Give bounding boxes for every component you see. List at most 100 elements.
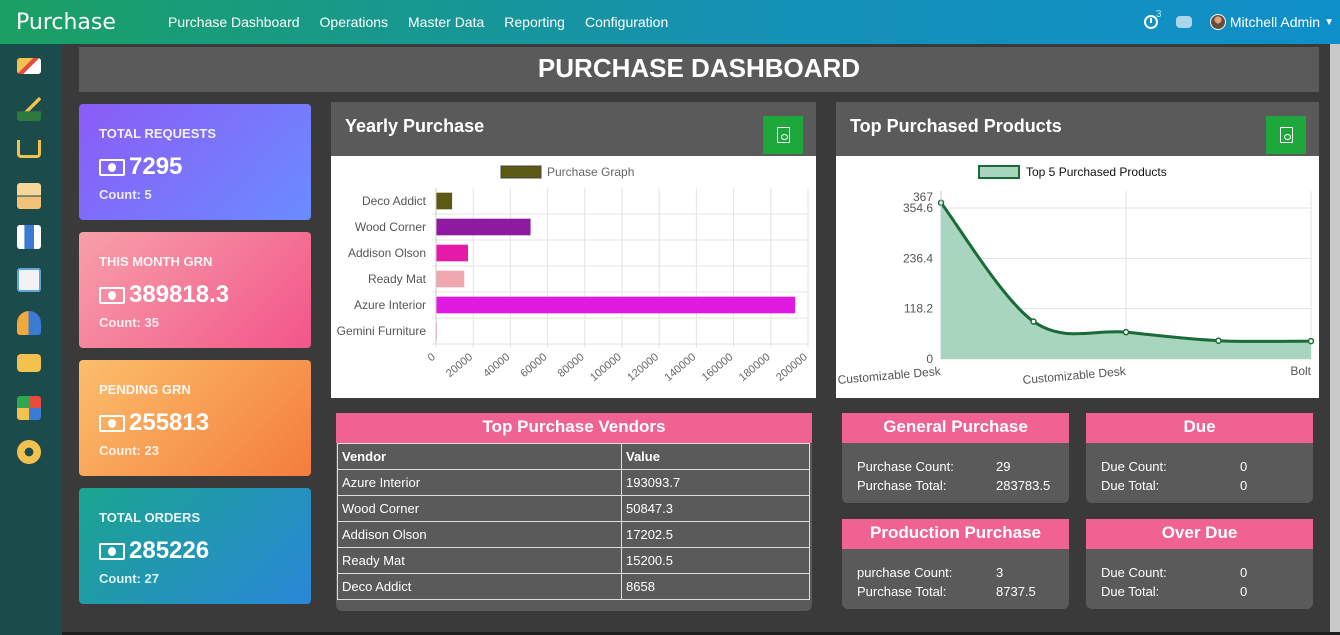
money-bill-icon (99, 414, 125, 432)
bar (436, 244, 468, 262)
panel-title: Yearly Purchase (345, 116, 485, 136)
column-header-value: Value (621, 443, 810, 470)
clipboard-calculator-icon[interactable] (17, 268, 41, 292)
x-tick-label: 140000 (662, 351, 698, 384)
app-title[interactable]: Purchase (16, 10, 152, 35)
legend-swatch (978, 165, 1020, 179)
stat-label: TOTAL ORDERS (99, 510, 201, 525)
settings-gear-icon[interactable] (17, 440, 41, 464)
value-cell: 50847.3 (621, 495, 810, 522)
data-point (1307, 337, 1315, 345)
y-tick-label: 236.4 (903, 251, 933, 265)
stat-value-row: 255813 (99, 409, 291, 437)
taxi-icon[interactable] (17, 354, 41, 372)
pdf-icon (1279, 127, 1293, 143)
table-row: Ready Mat 15200.5 (337, 547, 810, 574)
general-purchase-card: General Purchase Purchase Count: 29 Purch… (842, 413, 1069, 503)
apps-grid-icon[interactable] (17, 396, 41, 420)
production-purchase-card: Production Purchase purchase Count: 3 Pur… (842, 519, 1069, 609)
legend-label: Top 5 Purchased Products (1026, 165, 1167, 179)
stat-card-total-orders[interactable]: TOTAL ORDERS 285226 Count: 27 (79, 488, 311, 604)
card-value: 3 (996, 565, 1004, 580)
value-cell: 15200.5 (621, 547, 810, 574)
vendor-cell: Deco Addict (337, 573, 622, 600)
stat-card-this-month-grn[interactable]: THIS MONTH GRN 389818.3 Count: 35 (79, 232, 311, 348)
stat-card-total-requests[interactable]: TOTAL REQUESTS 7295 Count: 5 (79, 104, 311, 220)
vendor-cell: Addison Olson (337, 521, 622, 548)
menu-operations[interactable]: Operations (320, 14, 388, 30)
people-icon[interactable] (17, 311, 41, 335)
column-header-vendor: Vendor (337, 443, 622, 470)
yearly-purchase-panel: Yearly Purchase Purchase Graph 0 20000 4000… (331, 102, 816, 398)
pdf-icon (776, 127, 790, 143)
card-value: 283783.5 (996, 478, 1051, 493)
card-key: Due Total: (1101, 478, 1160, 493)
card-key: Purchase Total: (857, 478, 947, 493)
stat-count: Count: 5 (99, 187, 152, 202)
card-key: Purchase Total: (857, 584, 947, 599)
stat-label: TOTAL REQUESTS (99, 126, 217, 141)
products-pdf-button[interactable] (1266, 116, 1306, 154)
sales-chart-icon[interactable] (17, 97, 41, 121)
money-bill-icon (99, 542, 125, 560)
y-category-label: Ready Mat (368, 272, 427, 286)
stat-value: 255813 (129, 409, 210, 436)
stat-count: Count: 35 (99, 315, 159, 330)
stat-count: Count: 27 (99, 571, 159, 586)
menu-purchase-dashboard[interactable]: Purchase Dashboard (168, 14, 300, 30)
chat-bubbles-icon[interactable] (1175, 16, 1192, 28)
menu-master-data[interactable]: Master Data (408, 14, 484, 30)
x-tick-label: 180000 (737, 351, 773, 384)
card-key: Due Count: (1101, 459, 1167, 474)
x-tick-label: 160000 (700, 351, 736, 384)
vendors-title: Top Purchase Vendors (336, 413, 812, 443)
panel-title: Top Purchased Products (850, 116, 1062, 136)
vendor-cell: Azure Interior (337, 469, 622, 496)
card-title: General Purchase (842, 413, 1069, 443)
yearly-bar-chart: Purchase Graph 0 20000 40000 60000 80000 10000… (337, 165, 810, 384)
table-row: Azure Interior 193093.7 (337, 469, 810, 496)
vendors-table: Vendor Value Azure Interior 193093.7 Wood … (337, 443, 810, 600)
card-key: Due Total: (1101, 584, 1160, 599)
stat-value: 389818.3 (129, 281, 230, 308)
systray: 3 Mitchell Admin ▼ (1143, 0, 1334, 44)
card-key: Due Count: (1101, 565, 1167, 580)
value-cell: 17202.5 (621, 521, 810, 548)
x-tick-label: 100000 (588, 351, 624, 384)
avatar (1209, 14, 1226, 30)
card-title: Production Purchase (842, 519, 1069, 549)
user-menu[interactable]: Mitchell Admin ▼ (1209, 14, 1334, 30)
card-value: 0 (1240, 565, 1248, 580)
stat-value-row: 7295 (99, 153, 291, 181)
products-area-chart: Top 5 Purchased Products0118.2236.4354.6… (837, 165, 1315, 387)
stat-count: Count: 23 (99, 443, 159, 458)
bar (436, 296, 796, 314)
yearly-pdf-button[interactable] (763, 116, 803, 154)
cart-icon[interactable] (17, 140, 41, 158)
stat-label: THIS MONTH GRN (99, 254, 213, 269)
products-chart-area: Top 5 Purchased Products 0 118.2 236.4 354.6… (836, 156, 1319, 398)
card-title: Over Due (1086, 519, 1313, 549)
activity-clock-icon[interactable]: 3 (1143, 9, 1161, 29)
card-value: 8737.5 (996, 584, 1036, 599)
stat-value: 285226 (129, 537, 210, 564)
y-max-label: 367 (913, 190, 933, 204)
card-value: 0 (1240, 584, 1248, 599)
x-tick-label: 80000 (556, 351, 587, 380)
x-tick-label: 40000 (481, 351, 512, 380)
y-category-label: Gemini Furniture (337, 324, 427, 338)
card-value: 29 (996, 459, 1011, 474)
page-scrollbar[interactable] (1330, 44, 1340, 632)
boxes-icon[interactable] (17, 183, 41, 209)
worker-icon[interactable] (17, 225, 41, 249)
y-tick-label: 118.2 (904, 302, 933, 316)
data-point (1215, 337, 1222, 344)
top-products-panel: Top Purchased Products Top 5 Purchased P… (836, 102, 1319, 398)
value-cell: 193093.7 (621, 469, 810, 496)
table-row: Addison Olson 17202.5 (337, 521, 810, 548)
money-bill-icon (99, 286, 125, 304)
menu-configuration[interactable]: Configuration (585, 14, 668, 30)
stat-card-pending-grn[interactable]: PENDING GRN 255813 Count: 23 (79, 360, 311, 476)
barrier-icon[interactable] (17, 58, 41, 74)
menu-reporting[interactable]: Reporting (504, 14, 565, 30)
